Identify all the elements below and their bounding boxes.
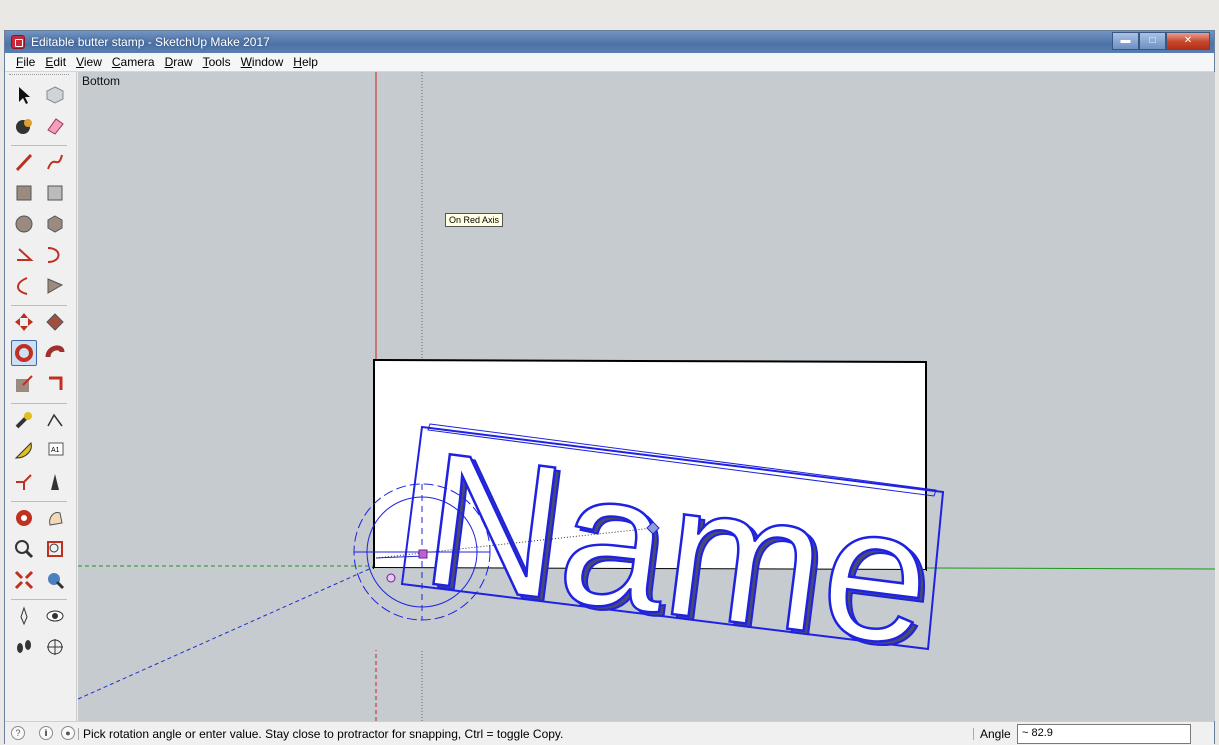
three-point-arc-tool-icon[interactable] [42, 273, 68, 299]
status-divider [973, 728, 974, 740]
menu-bar: File Edit View Camera Draw Tools Window Help [5, 53, 1214, 72]
select-tool-icon[interactable] [11, 82, 37, 108]
rotated-rectangle-tool-icon[interactable] [42, 180, 68, 206]
window-controls: ▬ □ ✕ [1112, 32, 1210, 50]
inference-tooltip: On Red Axis [445, 213, 504, 227]
move-tool-icon[interactable] [11, 309, 37, 335]
title-bar[interactable]: Editable butter stamp - SketchUp Make 20… [5, 31, 1214, 53]
component-tool-icon[interactable] [42, 82, 68, 108]
rotate-tool-icon[interactable] [11, 340, 37, 366]
paint-bucket-tool-icon[interactable] [11, 113, 37, 139]
pie-tool-icon[interactable] [42, 242, 68, 268]
line-tool-icon[interactable] [11, 149, 37, 175]
scene-canvas[interactable]: Name Name [78, 72, 1215, 721]
text-tool-icon[interactable]: A1 [42, 438, 68, 464]
measurements-label: Angle [980, 727, 1011, 741]
minimize-button[interactable]: ▬ [1112, 32, 1139, 50]
geo-location-icon[interactable]: ? [11, 726, 25, 740]
offset-tool-icon[interactable] [42, 371, 68, 397]
svg-text:A1: A1 [51, 447, 60, 454]
pan-tool-icon[interactable] [42, 505, 68, 531]
credits-icon[interactable]: i [39, 726, 53, 740]
rotation-start-point [418, 549, 428, 559]
menu-help[interactable]: Help [288, 53, 323, 71]
section-plane-tool-icon[interactable] [42, 634, 68, 660]
toolbar-separator [11, 599, 67, 600]
orbit-tool-icon[interactable] [11, 505, 37, 531]
walk-tool-icon[interactable] [11, 634, 37, 660]
model-viewport[interactable]: Name Name Bottom On Red Axis [78, 72, 1215, 721]
previous-tool-icon[interactable] [42, 567, 68, 593]
maximize-button[interactable]: □ [1139, 32, 1166, 50]
zoom-tool-icon[interactable] [11, 536, 37, 562]
close-button[interactable]: ✕ [1166, 32, 1210, 50]
menu-tools[interactable]: Tools [198, 53, 236, 71]
menu-edit[interactable]: Edit [40, 53, 71, 71]
user-icon[interactable]: ● [61, 726, 75, 740]
3d-text-tool-icon[interactable] [42, 469, 68, 495]
view-name-label: Bottom [82, 74, 121, 88]
push-pull-tool-icon[interactable] [42, 309, 68, 335]
follow-me-tool-icon[interactable] [42, 340, 68, 366]
rectangle-tool-icon[interactable] [11, 180, 37, 206]
measurements-input[interactable]: ~ 82.9 [1017, 724, 1191, 744]
zoom-window-tool-icon[interactable] [42, 536, 68, 562]
axes-tool-icon[interactable] [11, 469, 37, 495]
sketchup-window: Editable butter stamp - SketchUp Make 20… [4, 30, 1215, 745]
menu-camera[interactable]: Camera [107, 53, 160, 71]
sketchup-logo-icon [11, 35, 25, 49]
position-camera-tool-icon[interactable] [11, 603, 37, 629]
menu-view[interactable]: View [71, 53, 107, 71]
menu-window[interactable]: Window [236, 53, 289, 71]
status-message: Pick rotation angle or enter value. Stay… [83, 727, 564, 741]
tape-measure-tool-icon[interactable] [11, 407, 37, 433]
toolbar-separator [11, 501, 67, 502]
freehand-tool-icon[interactable] [42, 149, 68, 175]
menu-draw[interactable]: Draw [160, 53, 198, 71]
dimension-tool-icon[interactable] [42, 407, 68, 433]
look-around-tool-icon[interactable] [42, 603, 68, 629]
toolbar-separator [11, 305, 67, 306]
toolbar-separator [11, 403, 67, 404]
window-title: Editable butter stamp - SketchUp Make 20… [31, 35, 270, 49]
two-point-arc-tool-icon[interactable] [11, 273, 37, 299]
protractor-tool-icon[interactable] [11, 438, 37, 464]
toolbar-grip[interactable] [9, 74, 69, 77]
circle-tool-icon[interactable] [11, 211, 37, 237]
blue-axis-negative [78, 565, 377, 700]
large-tool-set: A1 [5, 72, 77, 721]
menu-file[interactable]: File [11, 53, 40, 71]
eraser-tool-icon[interactable] [42, 113, 68, 139]
toolbar-separator [11, 145, 67, 146]
status-divider [78, 728, 79, 740]
status-bar: ? i ● Pick rotation angle or enter value… [5, 721, 1214, 745]
arc-tool-icon[interactable] [11, 242, 37, 268]
polygon-tool-icon[interactable] [42, 211, 68, 237]
zoom-extents-tool-icon[interactable] [11, 567, 37, 593]
scale-tool-icon[interactable] [11, 371, 37, 397]
